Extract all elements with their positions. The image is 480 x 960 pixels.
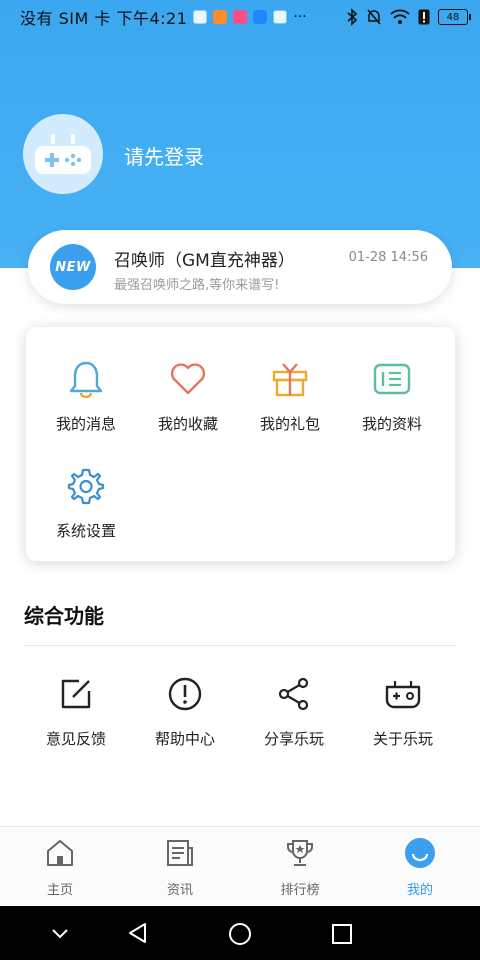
status-right: 48 — [346, 8, 471, 26]
section-title: 综合功能 — [24, 604, 104, 628]
news-icon — [167, 840, 193, 866]
tab-label: 主页 — [46, 883, 73, 898]
news-subtitle: 最强召唤师之路,等你来谱写! — [114, 278, 280, 293]
help-center-button[interactable]: 帮助中心 — [135, 676, 235, 749]
screen: 没有 SIM 卡 下午4:21 ··· 48 请先登录 NEW 召唤师（GM直充… — [0, 0, 480, 960]
my-messages-button[interactable]: 我的消息 — [36, 359, 136, 434]
about-button[interactable]: 关于乐玩 — [353, 676, 453, 749]
recents-square-icon[interactable] — [331, 923, 353, 945]
shortcut-label: 我的礼包 — [259, 415, 320, 433]
new-badge: NEW — [50, 244, 96, 290]
gear-icon — [67, 468, 105, 505]
gamepad-icon — [35, 134, 91, 174]
mute-bell-icon — [367, 9, 381, 25]
avatar[interactable] — [23, 114, 103, 194]
more-notifications-icon: ··· — [293, 9, 307, 25]
shortcut-label: 系统设置 — [55, 522, 116, 540]
alert-icon — [418, 9, 430, 25]
feature-label: 帮助中心 — [154, 730, 215, 748]
settings-button[interactable]: 系统设置 — [36, 466, 136, 541]
status-left: 没有 SIM 卡 下午4:21 ··· — [20, 5, 307, 29]
shortcut-panel: 我的消息 我的收藏 我的礼包 我的资料 系统设置 — [26, 327, 455, 561]
controller-icon — [385, 681, 421, 709]
feature-label: 关于乐玩 — [372, 730, 433, 748]
tab-news[interactable]: 资讯 — [130, 837, 230, 898]
trophy-icon — [287, 840, 313, 866]
battery-level: 48 — [446, 11, 460, 23]
home-icon — [47, 840, 73, 866]
home-circle-icon[interactable] — [228, 922, 252, 946]
edit-icon — [61, 679, 91, 709]
divider — [24, 645, 456, 646]
alert-circle-icon — [168, 677, 202, 711]
collapse-chevron-icon[interactable] — [50, 926, 70, 940]
feature-label: 意见反馈 — [45, 730, 106, 748]
news-time: 01-28 14:56 — [348, 250, 428, 265]
status-bar: 没有 SIM 卡 下午4:21 ··· 48 — [0, 0, 480, 34]
tab-mine[interactable]: 我的 — [370, 837, 470, 898]
share-icon — [278, 677, 309, 711]
system-navigation-bar — [0, 906, 480, 960]
bottom-tab-bar: 主页 资讯 排行榜 我的 — [0, 826, 480, 906]
notification-app-icon — [193, 10, 208, 24]
news-title: 召唤师（GM直充神器） — [114, 251, 295, 271]
my-favorites-button[interactable]: 我的收藏 — [138, 359, 238, 434]
notification-app-icon — [253, 10, 268, 24]
tab-home[interactable]: 主页 — [10, 837, 110, 898]
feedback-button[interactable]: 意见反馈 — [26, 676, 126, 749]
shortcut-label: 我的收藏 — [157, 415, 218, 433]
tab-ranking[interactable]: 排行榜 — [250, 837, 350, 898]
shortcut-label: 我的消息 — [55, 415, 116, 433]
bluetooth-icon — [347, 8, 358, 26]
my-profile-button[interactable]: 我的资料 — [342, 359, 442, 434]
share-button[interactable]: 分享乐玩 — [244, 676, 344, 749]
tab-label: 资讯 — [166, 883, 193, 898]
profile-card-icon — [373, 363, 411, 395]
smile-icon — [405, 838, 435, 868]
feature-label: 分享乐玩 — [263, 730, 324, 748]
notification-app-icon — [213, 10, 228, 24]
battery-indicator: 48 — [438, 9, 471, 25]
gift-icon — [272, 363, 308, 397]
carrier-time: 没有 SIM 卡 下午4:21 — [20, 9, 188, 28]
back-icon[interactable] — [127, 922, 149, 944]
login-prompt[interactable]: 请先登录 — [124, 141, 204, 170]
notification-app-icon — [233, 10, 248, 24]
bell-icon — [69, 361, 103, 398]
my-gifts-button[interactable]: 我的礼包 — [240, 359, 340, 434]
tab-label: 排行榜 — [280, 883, 320, 898]
wifi-icon — [390, 9, 410, 24]
notification-app-icon — [273, 10, 288, 24]
news-card[interactable]: NEW 召唤师（GM直充神器） 最强召唤师之路,等你来谱写! 01-28 14:… — [28, 230, 452, 304]
shortcut-label: 我的资料 — [361, 415, 422, 433]
tab-label: 我的 — [406, 883, 433, 898]
heart-icon — [170, 363, 206, 395]
